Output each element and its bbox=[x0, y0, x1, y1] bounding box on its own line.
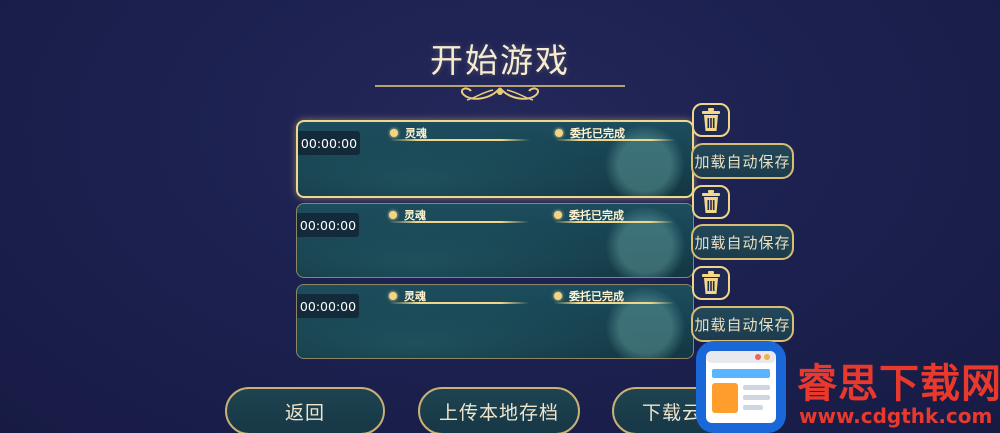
delete-slot-1-button[interactable] bbox=[692, 103, 730, 137]
divider-line bbox=[389, 221, 529, 223]
save-slot-3[interactable]: 00:00:00 灵魂 委托已完成 bbox=[296, 284, 694, 359]
divider-line bbox=[554, 221, 674, 223]
title-ornament-divider bbox=[375, 85, 625, 101]
bullet-icon bbox=[389, 211, 397, 219]
divider-line bbox=[390, 139, 530, 141]
delete-slot-3-button[interactable] bbox=[692, 266, 730, 300]
delete-slot-2-button[interactable] bbox=[692, 185, 730, 219]
page-title: 开始游戏 bbox=[430, 41, 570, 80]
bullet-icon bbox=[555, 129, 563, 137]
browser-window-icon bbox=[706, 351, 776, 423]
load-autosave-slot-2-button[interactable]: 加载自动保存 bbox=[691, 224, 794, 260]
divider-line bbox=[555, 139, 675, 141]
trash-icon bbox=[702, 108, 720, 131]
save-slot-2[interactable]: 00:00:00 灵魂 委托已完成 bbox=[296, 203, 694, 278]
bullet-icon bbox=[554, 211, 562, 219]
watermark-logo bbox=[696, 341, 786, 433]
slot-playtime: 00:00:00 bbox=[297, 294, 359, 318]
bullet-icon bbox=[389, 292, 397, 300]
load-autosave-slot-3-button[interactable]: 加载自动保存 bbox=[691, 306, 794, 342]
back-button[interactable]: 返回 bbox=[225, 387, 385, 433]
divider-line bbox=[554, 302, 674, 304]
bullet-icon bbox=[390, 129, 398, 137]
watermark-site-name: 睿思下载网 bbox=[797, 361, 1000, 407]
load-autosave-slot-1-button[interactable]: 加载自动保存 bbox=[691, 143, 794, 179]
trash-icon bbox=[702, 271, 720, 294]
slot-playtime: 00:00:00 bbox=[298, 131, 360, 155]
slot-playtime: 00:00:00 bbox=[297, 213, 359, 237]
bullet-icon bbox=[554, 292, 562, 300]
divider-line bbox=[389, 302, 529, 304]
watermark-url: www.cdgthk.com bbox=[799, 404, 993, 428]
save-slot-1[interactable]: 00:00:00 灵魂 委托已完成 bbox=[296, 120, 694, 198]
upload-local-save-button[interactable]: 上传本地存档 bbox=[418, 387, 580, 433]
trash-icon bbox=[702, 190, 720, 213]
